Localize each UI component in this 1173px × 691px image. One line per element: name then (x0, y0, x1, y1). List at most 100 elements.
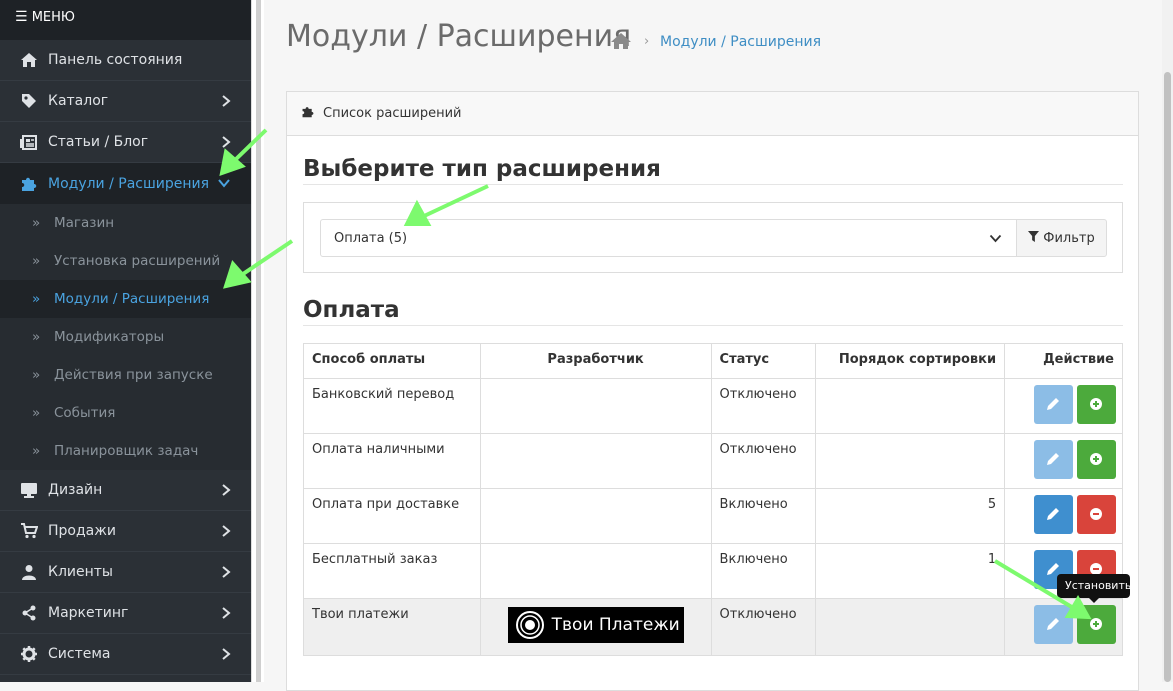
cell-status: Включено (710, 543, 817, 599)
sidebar-item-sales[interactable]: Продажи (0, 511, 251, 552)
cell-name: Банковский перевод (303, 378, 481, 434)
cell-status: Отключено (710, 598, 817, 656)
sidebar-item-design[interactable]: Дизайн (0, 470, 251, 511)
submenu-item-installer[interactable]: » Установка расширений (0, 242, 251, 280)
menu-label: МЕНЮ (31, 10, 75, 25)
developer-logo[interactable]: Твои Платежи (507, 607, 684, 643)
cell-developer (479, 543, 712, 599)
plus-circle-icon (1090, 618, 1102, 630)
puzzle-icon (301, 105, 314, 122)
submenu-item-modifications[interactable]: » Модификаторы (0, 318, 251, 356)
edit-button[interactable] (1033, 605, 1073, 644)
filter-box: Оплата (5) Фильтр (303, 202, 1123, 273)
sidebar-divider (251, 0, 264, 682)
developer-logo-text: Твои Платежи (551, 615, 680, 635)
submenu-item-events[interactable]: » События (0, 394, 251, 432)
column-header: Порядок сортировки (815, 343, 1006, 379)
cell-sort (815, 598, 1006, 656)
table-row: Оплата при доставке Включено 5 (303, 488, 1123, 544)
cell-developer (479, 433, 712, 489)
sidebar-item-customers[interactable]: Клиенты (0, 552, 251, 593)
breadcrumb-home-icon[interactable] (610, 32, 632, 54)
edit-button[interactable] (1033, 385, 1073, 424)
edit-button[interactable] (1033, 495, 1073, 534)
breadcrumb-separator: › (644, 34, 650, 49)
submenu-item-extensions[interactable]: » Модули / Расширения (0, 280, 251, 318)
edit-button[interactable] (1033, 440, 1073, 479)
panel-heading-text: Список расширений (323, 106, 462, 121)
install-tooltip: Установить (1057, 574, 1131, 603)
cell-sort: 5 (815, 488, 1006, 544)
submenu-item-cron[interactable]: » Планировщик задач (0, 432, 251, 470)
chevron-right-icon (221, 135, 231, 153)
filter-label: Фильтр (1043, 230, 1095, 246)
plus-circle-icon (1090, 453, 1102, 465)
cell-status: Отключено (710, 378, 817, 434)
sidebar-item-catalog[interactable]: Каталог (0, 81, 251, 122)
cell-status: Включено (710, 488, 817, 544)
sidebar-item-extensions[interactable]: Модули / Расширения (0, 163, 251, 204)
cell-sort (815, 378, 1006, 434)
submenu-label: Модули / Расширения (54, 291, 210, 307)
sidebar-item-system[interactable]: Система (0, 634, 251, 675)
choose-type-heading: Выберите тип расширения (303, 156, 1123, 185)
uninstall-button[interactable] (1077, 495, 1116, 534)
sidebar-item-label: Дизайн (48, 482, 103, 498)
submenu-label: Действия при запуске (54, 367, 213, 383)
cell-actions (1004, 488, 1123, 544)
logo-swirl-icon (515, 611, 544, 639)
sidebar-item-blog[interactable]: Статьи / Блог (0, 122, 251, 163)
extensions-table: Способ оплаты Разработчик Статус Порядок… (303, 343, 1123, 656)
column-header: Действие (1004, 343, 1123, 379)
cell-sort (815, 433, 1006, 489)
submenu-label: Магазин (54, 215, 115, 231)
cell-developer: Твои Платежи (479, 598, 712, 656)
table-row: Твои платежи Твои Платежи Отключено (303, 598, 1123, 656)
sidebar-item-label: Клиенты (48, 564, 113, 580)
scrollbar[interactable] (1162, 0, 1173, 682)
install-button[interactable] (1077, 605, 1116, 644)
sidebar-item-label: Продажи (48, 523, 116, 539)
main-content: Модули / Расширения › Модули / Расширени… (264, 0, 1162, 691)
sidebar-item-label: Каталог (48, 93, 109, 109)
install-button[interactable] (1077, 440, 1116, 479)
cell-actions (1004, 378, 1123, 434)
double-chevron-icon: » (32, 443, 41, 459)
sidebar-item-label: Маркетинг (48, 605, 129, 621)
install-button[interactable] (1077, 385, 1116, 424)
puzzle-icon (19, 175, 38, 192)
submenu-item-startup[interactable]: » Действия при запуске (0, 356, 251, 394)
hamburger-icon: ☰ (15, 9, 28, 25)
chevron-down-icon (989, 232, 1002, 247)
sidebar: ☰ МЕНЮ Панель состояния Каталог Статьи /… (0, 0, 251, 682)
page-title: Модули / Расширения (286, 19, 632, 54)
menu-toggle[interactable]: ☰ МЕНЮ (0, 0, 251, 40)
extensions-panel: Список расширений Выберите тип расширени… (286, 91, 1139, 691)
cell-sort: 1 (815, 543, 1006, 599)
desktop-icon (19, 482, 38, 499)
share-icon (19, 605, 38, 622)
cell-status: Отключено (710, 433, 817, 489)
tag-icon (19, 93, 38, 110)
chevron-down-icon (217, 176, 231, 192)
filter-button[interactable]: Фильтр (1016, 219, 1107, 257)
sidebar-item-marketing[interactable]: Маркетинг (0, 593, 251, 634)
newspaper-icon (19, 134, 38, 151)
submenu-label: Модификаторы (54, 329, 165, 345)
cell-developer (479, 378, 712, 434)
gear-icon (19, 646, 38, 663)
extension-type-select[interactable]: Оплата (5) (320, 219, 1017, 257)
pencil-icon (1046, 508, 1059, 520)
chevron-right-icon (221, 524, 231, 542)
minus-circle-icon (1090, 508, 1102, 520)
breadcrumb-link[interactable]: Модули / Расширения (660, 34, 821, 50)
cell-actions (1004, 598, 1123, 656)
scrollbar-thumb[interactable] (1164, 72, 1171, 682)
plus-circle-icon (1090, 398, 1102, 410)
submenu-label: Установка расширений (54, 253, 221, 269)
cell-name: Оплата при доставке (303, 488, 481, 544)
submenu-label: События (54, 405, 116, 421)
sidebar-item-dashboard[interactable]: Панель состояния (0, 40, 251, 81)
pencil-icon (1046, 618, 1059, 630)
submenu-item-store[interactable]: » Магазин (0, 204, 251, 242)
